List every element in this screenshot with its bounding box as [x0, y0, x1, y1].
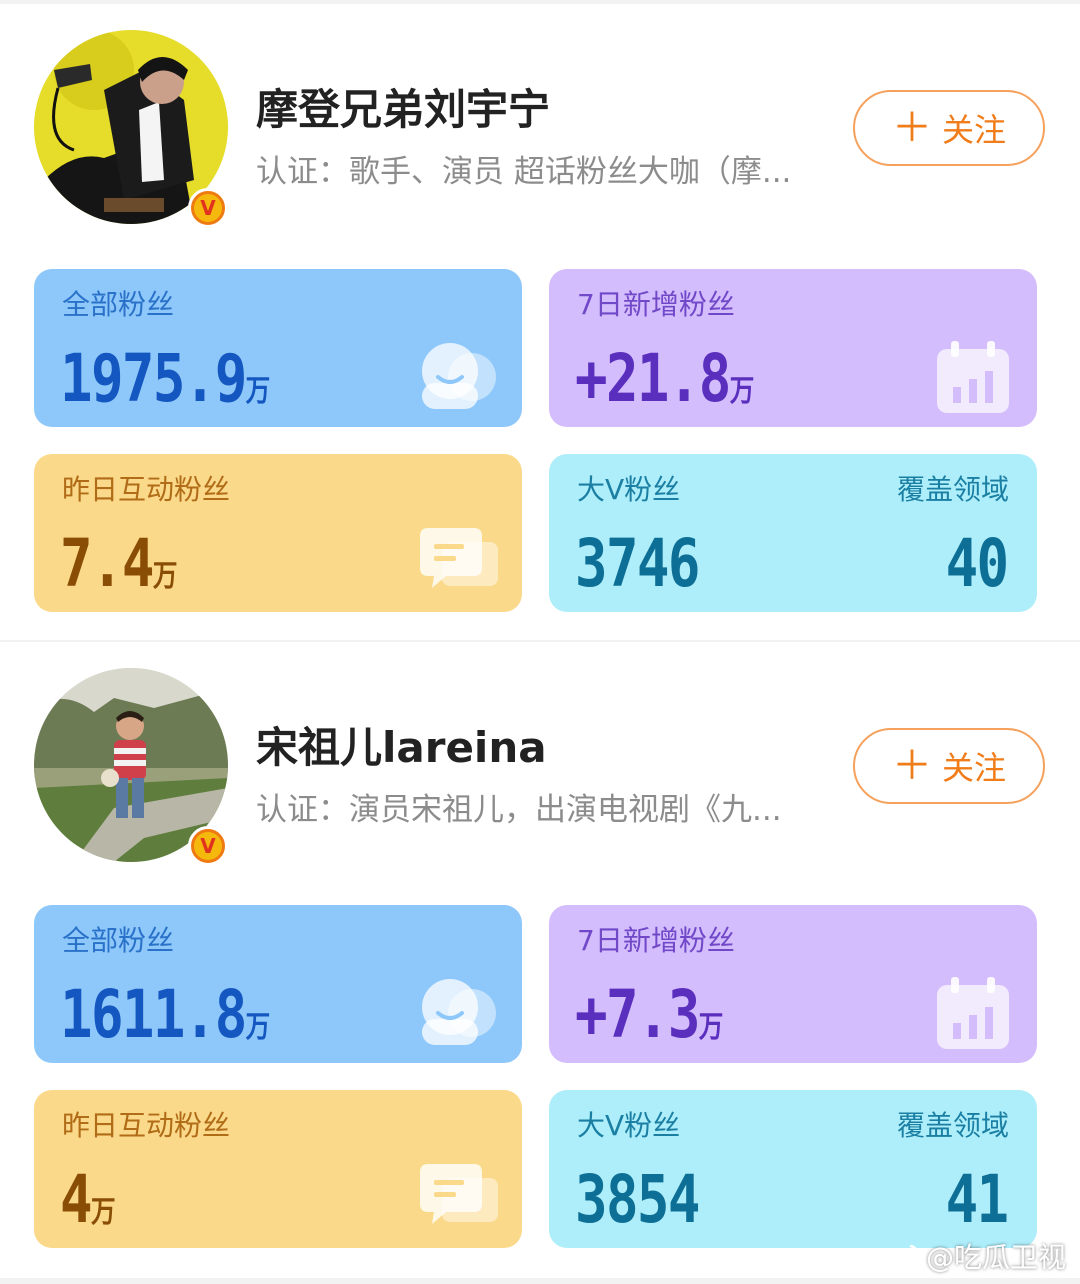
new-fans-7d-value: +21.8万	[575, 340, 755, 417]
new-fans-7d-tile[interactable]: 7日新增粉丝 +7.3万	[549, 905, 1037, 1063]
weibo-logo-icon	[886, 1244, 919, 1270]
interactive-fans-tile[interactable]: 昨日互动粉丝 4万	[34, 1090, 522, 1248]
big-v-fans-tile[interactable]: 大V粉丝 覆盖领域 3746 40	[549, 454, 1037, 612]
calendar-chart-icon	[937, 341, 1009, 413]
certification-text: 认证：歌手、演员 超话粉丝大咖（摩...	[256, 154, 792, 190]
follow-button[interactable]: ＋ 关注	[853, 90, 1045, 166]
unit: 万	[698, 1010, 724, 1045]
new-fans-7d-value: +7.3万	[575, 976, 724, 1053]
interactive-fans-label: 昨日互动粉丝	[62, 1109, 231, 1142]
unit: 万	[152, 559, 178, 594]
coverage-value: 40	[945, 525, 1009, 602]
coverage-value: 41	[945, 1161, 1009, 1238]
profile-name[interactable]: 宋祖儿lareina	[256, 714, 547, 775]
new-fans-7d-label: 7日新增粉丝	[577, 288, 735, 321]
plus-icon: ＋	[891, 105, 932, 151]
big-v-fans-label: 大V粉丝	[577, 473, 681, 506]
follow-label: 关注	[941, 111, 1006, 149]
new-fans-7d-label: 7日新增粉丝	[577, 924, 735, 957]
verified-badge-icon: V	[188, 826, 228, 866]
coverage-label: 覆盖领域	[896, 1109, 1009, 1142]
certification-text: 认证：演员宋祖儿，出演电视剧《九...	[256, 792, 782, 828]
total-fans-tile[interactable]: 全部粉丝 1975.9万	[34, 269, 522, 427]
coverage-label: 覆盖领域	[896, 473, 1009, 506]
new-fans-7d-tile[interactable]: 7日新增粉丝 +21.8万	[549, 269, 1037, 427]
total-fans-label: 全部粉丝	[62, 924, 175, 957]
profile-card: V 宋祖儿lareina 认证：演员宋祖儿，出演电视剧《九... ＋ 关注 全部…	[0, 642, 1080, 1278]
total-fans-tile[interactable]: 全部粉丝 1611.8万	[34, 905, 522, 1063]
unit: 万	[90, 1195, 116, 1230]
big-v-fans-value: 3746	[575, 525, 700, 602]
chat-icon	[420, 528, 498, 588]
interactive-fans-value: 4万	[60, 1161, 116, 1238]
follow-label: 关注	[941, 749, 1006, 787]
calendar-chart-icon	[937, 977, 1009, 1049]
unit: 万	[245, 1010, 271, 1045]
big-v-fans-value: 3854	[575, 1161, 700, 1238]
fans-icon	[422, 979, 496, 1045]
fans-icon	[422, 343, 496, 409]
profile-card: V 摩登兄弟刘宇宁 认证：歌手、演员 超话粉丝大咖（摩... ＋ 关注 全部粉丝…	[0, 4, 1080, 640]
follow-button[interactable]: ＋ 关注	[853, 728, 1045, 804]
big-v-fans-label: 大V粉丝	[577, 1109, 681, 1142]
total-fans-value: 1611.8万	[60, 976, 271, 1053]
big-v-fans-tile[interactable]: 大V粉丝 覆盖领域 3854 41	[549, 1090, 1037, 1248]
unit: 万	[729, 374, 755, 409]
unit: 万	[245, 374, 271, 409]
watermark: @吃瓜卫视	[886, 1236, 1066, 1276]
verified-badge-icon: V	[188, 188, 228, 228]
total-fans-value: 1975.9万	[60, 340, 271, 417]
plus-icon: ＋	[891, 743, 932, 789]
interactive-fans-label: 昨日互动粉丝	[62, 473, 231, 506]
interactive-fans-value: 7.4万	[60, 525, 178, 602]
chat-icon	[420, 1164, 498, 1224]
watermark-text: @吃瓜卫视	[925, 1241, 1066, 1274]
interactive-fans-tile[interactable]: 昨日互动粉丝 7.4万	[34, 454, 522, 612]
total-fans-label: 全部粉丝	[62, 288, 175, 321]
profile-name[interactable]: 摩登兄弟刘宇宁	[256, 76, 550, 137]
